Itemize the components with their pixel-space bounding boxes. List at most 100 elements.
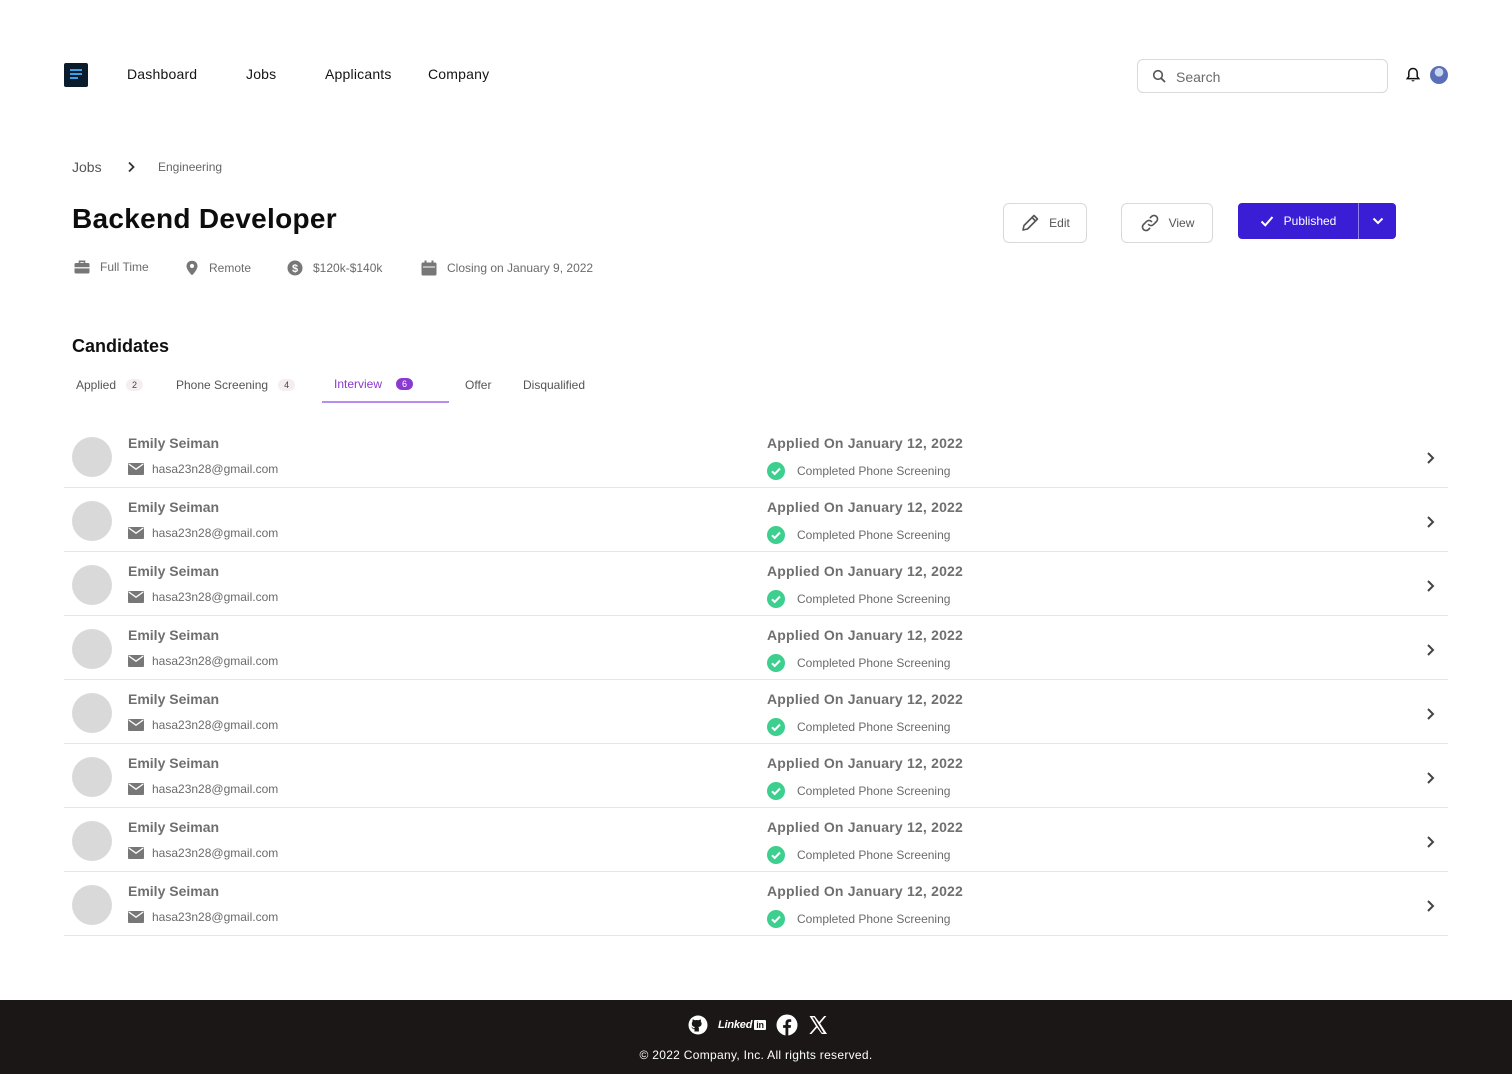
candidate-row[interactable]: Emily Seiman hasa23n28@gmail.com Applied… bbox=[64, 680, 1448, 744]
publish-options-dropdown[interactable] bbox=[1359, 203, 1396, 239]
footer: Linked in © 2022 Company, Inc. All rights… bbox=[0, 1000, 1512, 1074]
tab-disqualified[interactable]: Disqualified bbox=[523, 378, 585, 392]
candidate-avatar bbox=[72, 693, 112, 733]
search-box[interactable] bbox=[1137, 59, 1388, 93]
chevron-right-icon bbox=[128, 161, 135, 173]
mail-icon bbox=[128, 783, 144, 795]
tab-applied-label: Applied bbox=[76, 378, 117, 392]
applied-date: Applied On January 12, 2022 bbox=[767, 819, 964, 835]
candidate-status: Completed Phone Screening bbox=[767, 846, 950, 864]
page-title: Backend Developer bbox=[72, 203, 337, 234]
app-logo[interactable] bbox=[64, 63, 88, 87]
candidate-email-text: hasa23n28@gmail.com bbox=[152, 462, 279, 476]
chevron-right-icon[interactable] bbox=[1425, 707, 1435, 721]
candidate-name: Emily Seiman bbox=[128, 627, 220, 643]
published-label: Published bbox=[1283, 214, 1337, 228]
bell-icon[interactable] bbox=[1406, 67, 1420, 83]
tab-interview[interactable]: Interview 6 bbox=[334, 377, 414, 391]
job-closing: Closing on January 9, 2022 bbox=[421, 260, 593, 276]
candidate-row[interactable]: Emily Seiman hasa23n28@gmail.com Applied… bbox=[64, 488, 1448, 552]
x-icon[interactable] bbox=[808, 1015, 828, 1035]
candidate-email: hasa23n28@gmail.com bbox=[128, 654, 278, 668]
candidate-name: Emily Seiman bbox=[128, 563, 220, 579]
candidate-email: hasa23n28@gmail.com bbox=[128, 590, 278, 604]
nav-company[interactable]: Company bbox=[428, 66, 489, 82]
candidate-row[interactable]: Emily Seiman hasa23n28@gmail.com Applied… bbox=[64, 424, 1448, 488]
tab-phone-screening-count: 4 bbox=[278, 379, 296, 391]
tab-disqualified-label: Disqualified bbox=[523, 378, 586, 392]
candidate-row[interactable]: Emily Seiman hasa23n28@gmail.com Applied… bbox=[64, 872, 1448, 936]
view-button[interactable]: View bbox=[1121, 203, 1213, 243]
job-salary: $ $120k-$140k bbox=[287, 260, 382, 276]
candidate-name: Emily Seiman bbox=[128, 499, 220, 515]
candidate-row[interactable]: Emily Seiman hasa23n28@gmail.com Applied… bbox=[64, 744, 1448, 808]
published-button[interactable]: Published bbox=[1238, 203, 1358, 239]
search-icon bbox=[1152, 69, 1166, 83]
link-icon bbox=[1141, 214, 1158, 232]
mail-icon bbox=[128, 911, 144, 923]
search-input[interactable] bbox=[1176, 66, 1376, 88]
candidate-status-text: Completed Phone Screening bbox=[797, 848, 951, 862]
applied-date: Applied On January 12, 2022 bbox=[767, 435, 964, 451]
candidates-title: Candidates bbox=[72, 336, 170, 356]
chevron-right-icon[interactable] bbox=[1425, 515, 1435, 529]
user-avatar[interactable] bbox=[1430, 66, 1448, 84]
applied-date: Applied On January 12, 2022 bbox=[767, 499, 964, 515]
github-icon[interactable] bbox=[688, 1015, 708, 1035]
check-circle-icon bbox=[767, 910, 785, 928]
mail-icon bbox=[128, 847, 144, 859]
tab-applied-count: 2 bbox=[126, 379, 144, 391]
applied-date: Applied On January 12, 2022 bbox=[767, 755, 964, 771]
nav-dashboard[interactable]: Dashboard bbox=[127, 66, 197, 82]
edit-button[interactable]: Edit bbox=[1003, 203, 1087, 243]
svg-text:$: $ bbox=[292, 263, 298, 275]
candidate-email: hasa23n28@gmail.com bbox=[128, 462, 278, 476]
nav-jobs[interactable]: Jobs bbox=[246, 66, 276, 82]
facebook-icon[interactable] bbox=[776, 1014, 798, 1036]
tab-offer[interactable]: Offer bbox=[465, 378, 491, 392]
candidate-status-text: Completed Phone Screening bbox=[797, 464, 951, 478]
location-pin-icon bbox=[186, 260, 198, 276]
chevron-right-icon[interactable] bbox=[1425, 771, 1435, 785]
tab-applied[interactable]: Applied 2 bbox=[76, 378, 144, 392]
check-icon bbox=[1260, 216, 1273, 227]
candidate-email: hasa23n28@gmail.com bbox=[128, 846, 278, 860]
chevron-right-icon[interactable] bbox=[1425, 899, 1435, 913]
applied-date: Applied On January 12, 2022 bbox=[767, 563, 964, 579]
candidate-status: Completed Phone Screening bbox=[767, 654, 950, 672]
candidate-name: Emily Seiman bbox=[128, 691, 220, 707]
job-salary-label: $120k-$140k bbox=[313, 261, 383, 275]
candidate-row[interactable]: Emily Seiman hasa23n28@gmail.com Applied… bbox=[64, 808, 1448, 872]
check-circle-icon bbox=[767, 782, 785, 800]
chevron-right-icon[interactable] bbox=[1425, 579, 1435, 593]
candidate-status-text: Completed Phone Screening bbox=[797, 528, 951, 542]
candidate-row[interactable]: Emily Seiman hasa23n28@gmail.com Applied… bbox=[64, 552, 1448, 616]
tab-phone-screening[interactable]: Phone Screening 4 bbox=[176, 378, 296, 392]
mail-icon bbox=[128, 591, 144, 603]
candidate-status-text: Completed Phone Screening bbox=[797, 784, 951, 798]
nav-applicants[interactable]: Applicants bbox=[325, 66, 392, 82]
candidate-name: Emily Seiman bbox=[128, 819, 220, 835]
candidate-email-text: hasa23n28@gmail.com bbox=[152, 526, 279, 540]
candidate-status-text: Completed Phone Screening bbox=[797, 720, 951, 734]
candidates-list: Emily Seiman hasa23n28@gmail.com Applied… bbox=[64, 424, 1448, 936]
job-type: Full Time bbox=[74, 260, 149, 274]
breadcrumb-jobs[interactable]: Jobs bbox=[72, 159, 102, 175]
chevron-right-icon[interactable] bbox=[1425, 835, 1435, 849]
check-circle-icon bbox=[767, 846, 785, 864]
candidate-avatar bbox=[72, 885, 112, 925]
linkedin-icon[interactable]: Linked in bbox=[718, 1019, 766, 1031]
chevron-right-icon[interactable] bbox=[1425, 451, 1435, 465]
candidate-email: hasa23n28@gmail.com bbox=[128, 782, 278, 796]
candidate-row[interactable]: Emily Seiman hasa23n28@gmail.com Applied… bbox=[64, 616, 1448, 680]
breadcrumb-engineering[interactable]: Engineering bbox=[158, 160, 222, 174]
candidate-avatar bbox=[72, 821, 112, 861]
candidate-avatar bbox=[72, 629, 112, 669]
pencil-icon bbox=[1022, 214, 1039, 231]
chevron-right-icon[interactable] bbox=[1425, 643, 1435, 657]
candidate-email-text: hasa23n28@gmail.com bbox=[152, 654, 279, 668]
mail-icon bbox=[128, 719, 144, 731]
applied-date: Applied On January 12, 2022 bbox=[767, 627, 964, 643]
candidate-email: hasa23n28@gmail.com bbox=[128, 910, 278, 924]
chevron-down-icon bbox=[1372, 217, 1383, 225]
